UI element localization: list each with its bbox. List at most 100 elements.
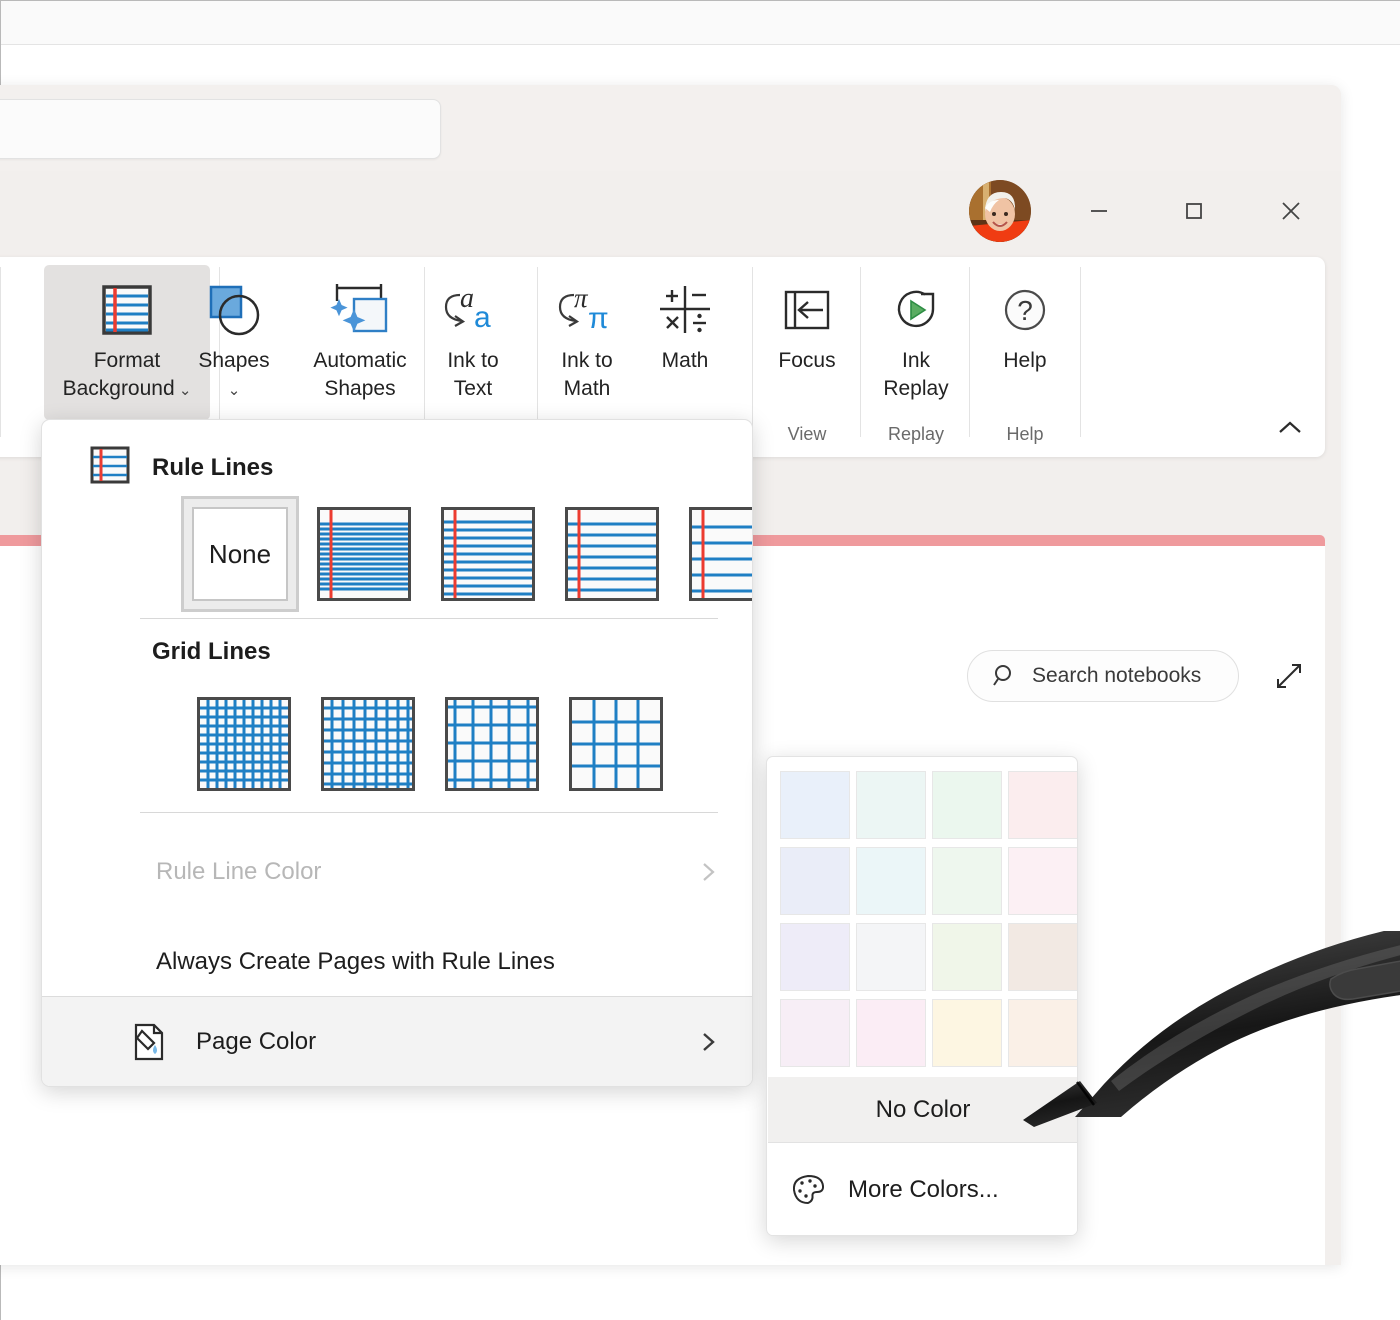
ribbon-button-ink-to-math[interactable]: π π Ink to Math xyxy=(541,265,633,404)
math-icon xyxy=(654,279,716,341)
no-color-label: No Color xyxy=(876,1096,971,1124)
menu-item-rule-line-color[interactable]: Rule Line Color xyxy=(42,832,753,912)
ribbon-button-automatic-shapes[interactable]: Automatic Shapes xyxy=(291,265,429,404)
page-color-swatch[interactable] xyxy=(853,843,929,919)
chevron-down-icon: ⌄ xyxy=(228,382,241,399)
ribbon-group-help: ? Help Help xyxy=(969,257,1081,457)
ribbon-button-ink-replay[interactable]: Ink Replay xyxy=(864,265,968,404)
page-color-swatch[interactable] xyxy=(777,919,853,995)
ribbon-label-format-background-1: Format xyxy=(94,349,161,372)
menu-item-always-create-pages[interactable]: Always Create Pages with Rule Lines xyxy=(42,922,753,1002)
rule-lines-title: Rule Lines xyxy=(152,454,273,482)
grid-lines-option-small-grid[interactable] xyxy=(184,688,304,800)
page-color-swatch[interactable] xyxy=(929,767,1005,843)
ink-to-math-icon: π π xyxy=(552,279,622,341)
rule-lines-options: None xyxy=(180,498,753,610)
grid-lines-title: Grid Lines xyxy=(152,638,271,666)
svg-text:?: ? xyxy=(1017,295,1033,326)
rule-lines-icon xyxy=(98,279,156,341)
page-color-swatch[interactable] xyxy=(929,995,1005,1071)
expand-diagonal-icon xyxy=(1272,659,1306,693)
page-color-icon xyxy=(128,1021,168,1063)
shapes-icon xyxy=(203,279,265,341)
page-color-swatch[interactable] xyxy=(853,995,929,1071)
ribbon-button-ink-to-text[interactable]: a a Ink to Text xyxy=(427,265,519,404)
close-icon xyxy=(1278,198,1304,224)
rule-lines-header: Rule Lines xyxy=(90,446,273,489)
avatar[interactable] xyxy=(969,180,1031,242)
ribbon-label-automatic-shapes-1: Automatic xyxy=(313,349,406,372)
ribbon-separator xyxy=(424,267,425,437)
grid-lines-option-very-large-grid[interactable] xyxy=(556,688,676,800)
page-color-swatch[interactable] xyxy=(853,767,929,843)
page-color-swatch[interactable] xyxy=(1005,919,1078,995)
close-button[interactable] xyxy=(1260,180,1322,242)
ribbon-separator xyxy=(0,267,1,437)
divider xyxy=(140,812,718,813)
grid-lines-option-large-grid[interactable] xyxy=(432,688,552,800)
ribbon-button-shapes[interactable]: Shapes ⌄ xyxy=(179,265,289,404)
screenshot-root: ert ce xyxy=(0,0,1400,1320)
palette-icon xyxy=(790,1173,828,1207)
maximize-button[interactable] xyxy=(1163,180,1225,242)
page-color-swatch[interactable] xyxy=(853,919,929,995)
desktop-top-strip xyxy=(1,1,1400,45)
grid-lines-option-medium-grid[interactable] xyxy=(308,688,428,800)
page-color-swatch[interactable] xyxy=(777,767,853,843)
minimize-button[interactable] xyxy=(1068,180,1130,242)
page-color-swatch-grid xyxy=(777,767,1078,1071)
maximize-icon xyxy=(1182,199,1206,223)
ribbon-group-view: Focus View xyxy=(752,257,862,457)
search-notebooks-placeholder: Search notebooks xyxy=(1032,664,1201,688)
search-icon xyxy=(992,663,1018,689)
ribbon-button-insert-space[interactable]: ert ce xyxy=(0,265,13,390)
ink-replay-icon xyxy=(887,279,945,341)
svg-text:π: π xyxy=(588,302,609,335)
chevron-right-icon xyxy=(698,858,720,886)
rule-line-color-label: Rule Line Color xyxy=(156,858,321,886)
page-color-swatch[interactable] xyxy=(929,919,1005,995)
menu-item-more-colors[interactable]: More Colors... xyxy=(768,1145,1078,1235)
rule-lines-option-standard-ruled[interactable] xyxy=(552,498,672,610)
help-icon: ? xyxy=(996,279,1054,341)
expand-button[interactable] xyxy=(1267,654,1311,698)
ribbon-label-focus: Focus xyxy=(778,349,835,372)
page-color-label: Page Color xyxy=(196,1028,316,1056)
rule-lines-option-wide-ruled[interactable] xyxy=(676,498,753,610)
page-color-swatch[interactable] xyxy=(1005,843,1078,919)
menu-item-no-color[interactable]: No Color xyxy=(768,1077,1078,1143)
page-color-swatch[interactable] xyxy=(777,995,853,1071)
rule-lines-option-narrow-ruled[interactable] xyxy=(304,498,424,610)
rule-lines-option-none[interactable]: None xyxy=(180,498,300,610)
page-color-swatch[interactable] xyxy=(1005,767,1078,843)
page-color-swatch[interactable] xyxy=(929,843,1005,919)
menu-item-page-color[interactable]: Page Color xyxy=(42,996,753,1086)
svg-text:π: π xyxy=(574,283,589,313)
focus-icon xyxy=(778,279,836,341)
ribbon-collapse-button[interactable] xyxy=(1273,413,1307,443)
search-notebooks-input[interactable]: Search notebooks xyxy=(967,650,1239,702)
always-create-pages-label: Always Create Pages with Rule Lines xyxy=(156,948,555,976)
svg-text:a: a xyxy=(474,301,491,334)
ink-to-text-icon: a a xyxy=(438,279,508,341)
page-color-flyout: No Color More Colors... xyxy=(766,756,1078,1236)
insert-space-icon xyxy=(0,265,13,327)
svg-text:a: a xyxy=(460,283,474,314)
ribbon-separator xyxy=(537,267,538,437)
rule-lines-option-college-ruled[interactable] xyxy=(428,498,548,610)
ribbon-label-math: Math xyxy=(662,349,709,372)
ribbon-button-help[interactable]: ? Help xyxy=(973,265,1077,375)
divider xyxy=(140,618,718,619)
titlebar xyxy=(0,85,1341,171)
chevron-up-icon xyxy=(1275,417,1305,439)
ribbon-button-math[interactable]: Math xyxy=(641,265,729,375)
ribbon-separator xyxy=(1080,267,1081,437)
automatic-shapes-icon xyxy=(324,279,396,341)
ribbon-label-format-background-2: Background xyxy=(63,377,175,400)
chevron-right-icon xyxy=(698,1028,720,1056)
quick-search-input[interactable] xyxy=(0,99,441,159)
ribbon-button-focus[interactable]: Focus xyxy=(756,265,858,375)
page-color-swatch[interactable] xyxy=(777,843,853,919)
page-color-swatch[interactable] xyxy=(1005,995,1078,1071)
ribbon-label-automatic-shapes-2: Shapes xyxy=(324,377,395,400)
